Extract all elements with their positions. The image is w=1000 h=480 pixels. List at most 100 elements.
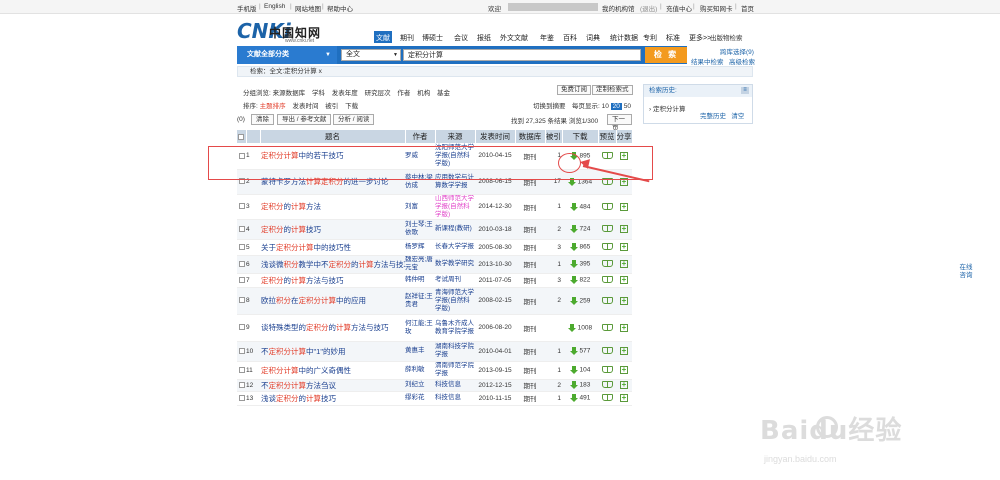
download-icon[interactable] (569, 225, 578, 233)
paper-title-link[interactable]: 浅谈微积分教学中不定积分的计算方法与技巧 (260, 255, 405, 274)
book-preview-icon[interactable] (601, 381, 613, 389)
download-icon[interactable] (569, 347, 578, 355)
export-button[interactable]: 导出 / 参考文献 (277, 114, 332, 125)
per-page-20[interactable]: 20 (610, 103, 622, 110)
row-checkbox[interactable] (237, 341, 246, 362)
download-icon[interactable] (569, 366, 578, 374)
cited-count[interactable]: 1 (545, 361, 562, 380)
row-checkbox[interactable] (237, 287, 246, 315)
book-preview-icon[interactable] (601, 260, 613, 268)
paper-title-link[interactable]: 关于定积分计算中的技巧性 (260, 239, 405, 256)
sort-topic[interactable]: 主题排序 (260, 103, 286, 110)
download-icon[interactable] (569, 260, 578, 268)
tab-patent[interactable]: 专利 (641, 31, 659, 43)
row-checkbox[interactable] (237, 379, 246, 392)
source-link[interactable]: 考试周刊 (435, 273, 475, 288)
book-preview-icon[interactable] (601, 276, 613, 284)
paper-title-link[interactable]: 不定积分计算方法刍议 (260, 379, 405, 392)
advanced-search-link[interactable]: 高级检索 (729, 56, 755, 66)
select-all-checkbox[interactable] (237, 130, 247, 143)
source-link[interactable]: 山西师范大学学报(自然科学版) (435, 194, 475, 220)
search-button[interactable]: 检 索 (645, 47, 687, 63)
book-preview-icon[interactable] (601, 394, 613, 402)
clear-history-link[interactable]: 清空 (731, 113, 744, 120)
author-link[interactable]: 何江能;王玫 (405, 314, 435, 342)
paper-title-link[interactable]: 定积分的计算方法 (260, 194, 405, 220)
paper-title-link[interactable]: 定积分的计算技巧 (260, 219, 405, 240)
group-subject[interactable]: 学科 (312, 90, 325, 97)
recharge-link[interactable]: 充值中心 (666, 3, 692, 13)
plus-share-icon[interactable]: + (620, 260, 628, 268)
author-link[interactable]: 魏宏亮;唐元宝 (405, 255, 435, 274)
sort-downloads[interactable]: 下载 (345, 103, 358, 110)
book-preview-icon[interactable] (601, 323, 613, 331)
tab-newspaper[interactable]: 报纸 (475, 31, 493, 43)
search-in-results-link[interactable]: 结果中检索 (691, 56, 724, 66)
tab-literature[interactable]: 文献 (374, 31, 392, 43)
author-link[interactable]: 杨罗辉 (405, 239, 435, 256)
search-field-select[interactable]: 全文 ▼ (341, 49, 401, 61)
help-link[interactable]: 帮助中心 (327, 3, 353, 13)
full-history-link[interactable]: 完整历史 (700, 113, 726, 120)
author-link[interactable]: 刘纪立 (405, 379, 435, 392)
english-link[interactable]: English (264, 3, 285, 10)
group-source-db[interactable]: 来源数据库 (273, 90, 306, 97)
group-year[interactable]: 发表年度 (332, 90, 358, 97)
author-link[interactable]: 韩仲明 (405, 273, 435, 288)
book-preview-icon[interactable] (601, 202, 613, 210)
download-icon[interactable] (569, 381, 578, 389)
book-preview-icon[interactable] (601, 366, 613, 374)
cnki-logo[interactable]: CNKi 中国知网 www.cnki.net (237, 19, 372, 44)
author-link[interactable]: 刘富 (405, 194, 435, 220)
paper-title-link[interactable]: 浅谈定积分的计算技巧 (260, 391, 405, 406)
paper-title-link[interactable]: 不定积分计算中"1"的妙用 (260, 341, 405, 362)
sitemap-link[interactable]: 网站地图 (295, 3, 321, 13)
collapse-icon[interactable]: ≡ (741, 87, 749, 94)
paper-title-link[interactable]: 谈特殊类型的定积分的计算方法与技巧 (260, 314, 405, 342)
tab-encyclopedia[interactable]: 百科 (561, 31, 579, 43)
view-switch-link[interactable]: 切换到摘要 (533, 100, 566, 110)
source-link[interactable]: 长春大学学报 (435, 239, 475, 256)
author-link[interactable]: 刘士琴;王依歌 (405, 219, 435, 240)
cited-count[interactable]: 1 (545, 194, 562, 220)
per-page-10[interactable]: 10 (602, 103, 609, 110)
next-page-button[interactable]: 下一页 (607, 114, 632, 132)
plus-share-icon[interactable]: + (620, 366, 628, 374)
sort-cited[interactable]: 被引 (325, 103, 338, 110)
paper-title-link[interactable]: 定积分计算中的广义奇偶性 (260, 361, 405, 380)
cited-count[interactable] (545, 314, 562, 342)
author-link[interactable]: 黄惠丰 (405, 341, 435, 362)
download-icon[interactable] (569, 243, 578, 251)
cross-db-link[interactable]: 跨库选择(9) (720, 46, 754, 56)
clear-button[interactable]: 清除 (251, 114, 274, 125)
sort-date[interactable]: 发表时间 (292, 103, 318, 110)
source-link[interactable]: 科技信息 (435, 391, 475, 406)
download-icon[interactable] (569, 276, 578, 284)
home-link[interactable]: 首页 (741, 3, 754, 13)
source-link[interactable]: 乌鲁木齐成人教育学院学报 (435, 314, 475, 342)
author-link[interactable]: 薛利敏 (405, 361, 435, 380)
book-preview-icon[interactable] (601, 347, 613, 355)
source-link[interactable]: 青海师范大学学报(自然科学版) (435, 287, 475, 315)
plus-share-icon[interactable]: + (620, 347, 628, 355)
row-checkbox[interactable] (237, 273, 246, 288)
plus-share-icon[interactable]: + (620, 202, 628, 211)
col-cited[interactable]: 被引 (545, 130, 563, 143)
row-checkbox[interactable] (237, 391, 246, 406)
row-checkbox[interactable] (237, 361, 246, 380)
logout-link[interactable]: (退出) (640, 3, 657, 13)
source-link[interactable]: 湖南科技学院学报 (435, 341, 475, 362)
source-link[interactable]: 科技信息 (435, 379, 475, 392)
download-icon[interactable] (569, 394, 578, 402)
group-author[interactable]: 作者 (397, 90, 410, 97)
source-link[interactable]: 渭南师范学院学报 (435, 361, 475, 380)
download-icon[interactable] (567, 323, 576, 332)
cited-count[interactable]: 2 (545, 379, 562, 392)
tab-statistics[interactable]: 统计数据 (608, 31, 640, 43)
source-link[interactable]: 数学教学研究 (435, 255, 475, 274)
tab-conference[interactable]: 会议 (452, 31, 470, 43)
group-fund[interactable]: 基金 (437, 90, 450, 97)
cited-count[interactable]: 3 (545, 239, 562, 256)
online-consult-button[interactable]: 在线咨询 (957, 264, 975, 280)
source-link[interactable]: 新课程(教研) (435, 219, 475, 240)
